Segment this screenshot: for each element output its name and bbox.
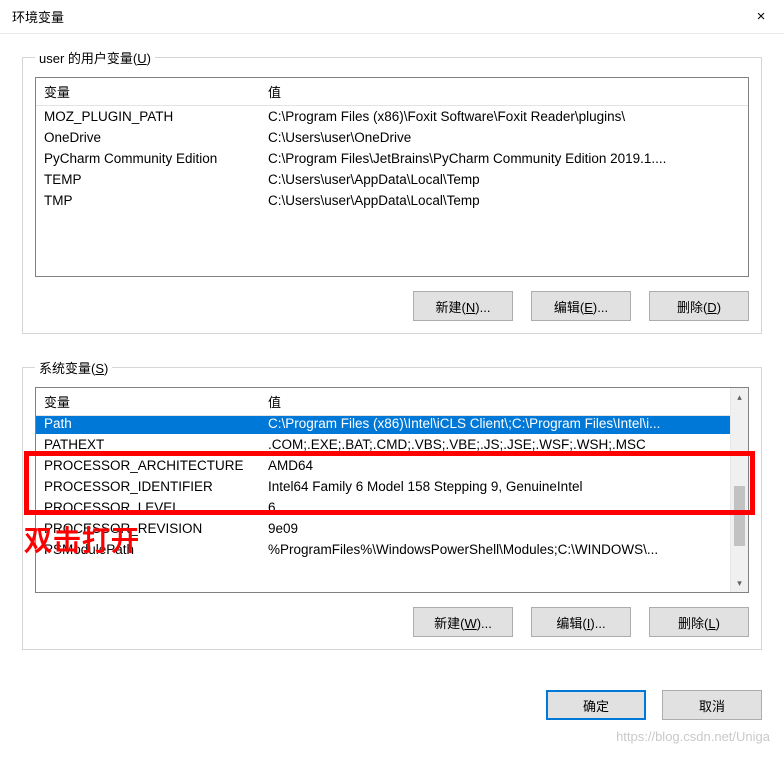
table-row[interactable]: PROCESSOR_LEVEL6 xyxy=(36,497,730,518)
dialog-content: user 的用户变量(U) 变量 值 MOZ_PLUGIN_PATHC:\Pro… xyxy=(0,34,784,684)
col-header-value[interactable]: 值 xyxy=(260,388,730,416)
table-row[interactable]: PyCharm Community EditionC:\Program File… xyxy=(36,148,748,169)
var-name: TMP xyxy=(36,190,260,211)
user-button-row: 新建(N)... 编辑(E)... 删除(D) xyxy=(35,291,749,321)
user-vars-legend: user 的用户变量(U) xyxy=(35,48,155,67)
var-value: C:\Users\user\OneDrive xyxy=(260,127,748,148)
system-vars-table-wrap: 变量 值 OSWindows_NTPathC:\Program Files (x… xyxy=(35,387,749,593)
table-row[interactable]: PathC:\Program Files (x86)\Intel\iCLS Cl… xyxy=(36,413,730,434)
table-row[interactable]: PROCESSOR_IDENTIFIERIntel64 Family 6 Mod… xyxy=(36,476,730,497)
user-delete-button[interactable]: 删除(D) xyxy=(649,291,749,321)
scrollbar-thumb[interactable] xyxy=(734,486,745,546)
close-icon[interactable]: × xyxy=(738,0,784,34)
table-row[interactable]: PROCESSOR_ARCHITECTUREAMD64 xyxy=(36,455,730,476)
var-value: C:\Users\user\AppData\Local\Temp xyxy=(260,190,748,211)
ok-button[interactable]: 确定 xyxy=(546,690,646,720)
col-header-name[interactable]: 变量 xyxy=(36,388,260,416)
scroll-down-icon[interactable]: ▾ xyxy=(731,574,748,592)
system-button-row: 新建(W)... 编辑(I)... 删除(L) xyxy=(35,607,749,637)
scrollbar[interactable]: ▴ ▾ xyxy=(730,388,748,592)
user-vars-group: user 的用户变量(U) 变量 值 MOZ_PLUGIN_PATHC:\Pro… xyxy=(22,48,762,334)
system-delete-button[interactable]: 删除(L) xyxy=(649,607,749,637)
var-value: 6 xyxy=(260,497,730,518)
table-row[interactable]: PSModulePath%ProgramFiles%\WindowsPowerS… xyxy=(36,539,730,560)
window-title: 环境变量 xyxy=(12,7,64,26)
var-name: PROCESSOR_ARCHITECTURE xyxy=(36,455,260,476)
table-row[interactable]: PROCESSOR_REVISION9e09 xyxy=(36,518,730,539)
system-vars-legend: 系统变量(S) xyxy=(35,358,112,377)
system-edit-button[interactable]: 编辑(I)... xyxy=(531,607,631,637)
user-new-button[interactable]: 新建(N)... xyxy=(413,291,513,321)
user-edit-button[interactable]: 编辑(E)... xyxy=(531,291,631,321)
var-value: AMD64 xyxy=(260,455,730,476)
user-vars-table-wrap: 变量 值 MOZ_PLUGIN_PATHC:\Program Files (x8… xyxy=(35,77,749,277)
var-name: OneDrive xyxy=(36,127,260,148)
var-name: PROCESSOR_REVISION xyxy=(36,518,260,539)
system-new-button[interactable]: 新建(W)... xyxy=(413,607,513,637)
var-name: PSModulePath xyxy=(36,539,260,560)
var-value: C:\Program Files (x86)\Intel\iCLS Client… xyxy=(260,413,730,434)
var-value: %ProgramFiles%\WindowsPowerShell\Modules… xyxy=(260,539,730,560)
col-header-name[interactable]: 变量 xyxy=(36,78,260,106)
titlebar: 环境变量 × xyxy=(0,0,784,34)
table-row[interactable]: OneDriveC:\Users\user\OneDrive xyxy=(36,127,748,148)
var-value: 9e09 xyxy=(260,518,730,539)
table-row[interactable]: PATHEXT.COM;.EXE;.BAT;.CMD;.VBS;.VBE;.JS… xyxy=(36,434,730,455)
var-name: PyCharm Community Edition xyxy=(36,148,260,169)
scroll-up-icon[interactable]: ▴ xyxy=(731,388,748,406)
var-value: C:\Program Files\JetBrains\PyCharm Commu… xyxy=(260,148,748,169)
table-row[interactable]: MOZ_PLUGIN_PATHC:\Program Files (x86)\Fo… xyxy=(36,106,748,128)
var-name: MOZ_PLUGIN_PATH xyxy=(36,106,260,128)
col-header-value[interactable]: 值 xyxy=(260,78,748,106)
table-row[interactable]: TEMPC:\Users\user\AppData\Local\Temp xyxy=(36,169,748,190)
var-value: .COM;.EXE;.BAT;.CMD;.VBS;.VBE;.JS;.JSE;.… xyxy=(260,434,730,455)
var-value: C:\Program Files (x86)\Foxit Software\Fo… xyxy=(260,106,748,128)
dialog-button-row: 确定 取消 xyxy=(0,684,784,742)
user-vars-table[interactable]: 变量 值 MOZ_PLUGIN_PATHC:\Program Files (x8… xyxy=(36,78,748,211)
var-name: PROCESSOR_LEVEL xyxy=(36,497,260,518)
cancel-button[interactable]: 取消 xyxy=(662,690,762,720)
var-name: PROCESSOR_IDENTIFIER xyxy=(36,476,260,497)
table-row[interactable]: TMPC:\Users\user\AppData\Local\Temp xyxy=(36,190,748,211)
var-name: Path xyxy=(36,413,260,434)
var-value: C:\Users\user\AppData\Local\Temp xyxy=(260,169,748,190)
var-name: TEMP xyxy=(36,169,260,190)
var-value: Intel64 Family 6 Model 158 Stepping 9, G… xyxy=(260,476,730,497)
var-name: PATHEXT xyxy=(36,434,260,455)
system-vars-group: 系统变量(S) 变量 值 OSWindows_NTPathC:\Program … xyxy=(22,358,762,650)
